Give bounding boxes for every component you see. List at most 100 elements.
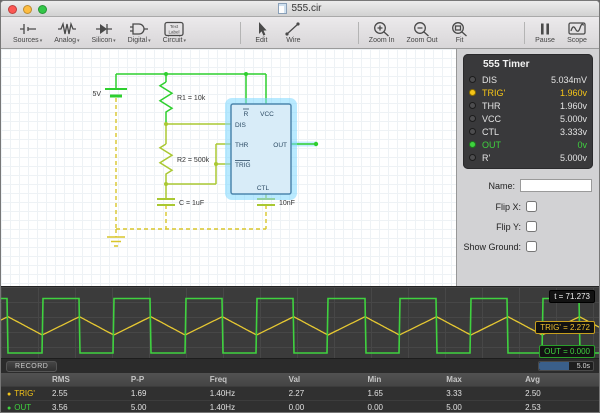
component-title: 555 Timer xyxy=(469,58,587,73)
trig-trace xyxy=(1,317,600,335)
toolbar-sources[interactable]: Sources▾ xyxy=(7,18,48,48)
window-title: 555.cir xyxy=(291,3,321,14)
cursor-icon xyxy=(251,21,271,37)
dropdown-caret-icon: ▾ xyxy=(40,38,43,44)
signal-radio[interactable] xyxy=(469,141,476,148)
toolbar-analog[interactable]: Analog▾ xyxy=(48,18,85,48)
out-trace xyxy=(1,299,600,354)
table-row-out[interactable]: ●OUT 3.56 5.00 1.40Hz 0.00 0.00 5.00 2.5… xyxy=(1,400,599,413)
cell-freq: 1.40Hz xyxy=(205,389,284,398)
toolbar-label: Edit xyxy=(255,37,267,45)
pause-icon xyxy=(535,21,555,37)
measurement-table: RMS P-P Freq Val Min Max Avg ●TRIG' 2.55… xyxy=(1,373,599,413)
signal-row-vcc[interactable]: VCC 5.000v xyxy=(469,112,587,125)
wire-endpoint[interactable] xyxy=(314,142,318,146)
row-name: ●OUT xyxy=(1,403,47,412)
record-button[interactable]: RECORD xyxy=(6,361,57,372)
table-header-row: RMS P-P Freq Val Min Max Avg xyxy=(1,373,599,386)
zoom-window-button[interactable] xyxy=(38,5,47,14)
toolbar-spacer xyxy=(476,18,520,48)
resistor-r1[interactable] xyxy=(160,82,172,124)
toolbar-zoom-out[interactable]: Zoom Out xyxy=(400,18,443,48)
timebase-value: 5.0s xyxy=(539,362,590,371)
close-button[interactable] xyxy=(8,5,17,14)
zoom-in-icon xyxy=(372,21,392,37)
pin-label-vcc: VCC xyxy=(260,111,274,118)
oscilloscope-panel[interactable]: t = 71.273 TRIG' = 2.272 OUT = 0.000 xyxy=(1,286,599,358)
toolbar-separator xyxy=(240,22,241,44)
signal-row-trig[interactable]: TRIG' 1.960v xyxy=(469,86,587,99)
resistor-icon xyxy=(57,21,77,37)
pin-label-dis: DIS xyxy=(235,122,247,129)
scope-traces xyxy=(1,287,600,359)
toolbar: Sources▾ Analog▾ Silicon▾ Digital▾ T xyxy=(1,17,599,49)
col-header-rms: RMS xyxy=(47,375,126,384)
signal-radio[interactable] xyxy=(469,102,476,109)
voltage-source-icon xyxy=(18,21,38,37)
cell-rms: 3.56 xyxy=(47,403,126,412)
toolbar-label: Digital▾ xyxy=(128,37,151,45)
pin-label-trig: TRIG xyxy=(235,162,251,169)
toolbar-zoom-fit[interactable]: Fit xyxy=(444,18,476,48)
signal-radio[interactable] xyxy=(469,76,476,83)
signal-radio[interactable] xyxy=(469,154,476,161)
toolbar-edit[interactable]: Edit xyxy=(245,18,277,48)
signal-color-dot: ● xyxy=(7,391,11,398)
col-header-min: Min xyxy=(362,375,441,384)
toolbar-silicon[interactable]: Silicon▾ xyxy=(86,18,122,48)
window-title-group: 555.cir xyxy=(278,3,321,14)
signal-row-thr[interactable]: THR 1.960v xyxy=(469,99,587,112)
time-readout: t = 71.273 xyxy=(549,290,595,303)
wire-junction xyxy=(164,72,168,76)
diode-icon xyxy=(94,21,114,37)
schematic-svg: 5V R1 = 10k xyxy=(1,49,456,286)
document-icon xyxy=(278,3,287,14)
capacitor-c1[interactable] xyxy=(157,199,175,205)
signal-radio[interactable] xyxy=(469,128,476,135)
cell-pp: 5.00 xyxy=(126,403,205,412)
toolbar-pause[interactable]: Pause xyxy=(529,18,561,48)
col-header-val: Val xyxy=(284,375,363,384)
ground-symbol[interactable] xyxy=(107,237,125,246)
cell-val: 2.27 xyxy=(284,389,363,398)
toolbar-separator xyxy=(524,22,525,44)
battery-5v[interactable]: 5V xyxy=(92,89,127,98)
main-area: 5V R1 = 10k xyxy=(1,49,599,286)
toolbar-zoom-in[interactable]: Zoom In xyxy=(363,18,401,48)
signal-radio[interactable] xyxy=(469,115,476,122)
toolbar-label: Zoom Out xyxy=(406,37,437,45)
signal-row-dis[interactable]: DIS 5.034mV xyxy=(469,73,587,86)
toolbar-spacer xyxy=(192,18,236,48)
svg-text:Label: Label xyxy=(169,30,180,35)
name-input[interactable] xyxy=(520,179,592,192)
battery-label: 5V xyxy=(92,91,101,98)
signal-row-ctl[interactable]: CTL 3.333v xyxy=(469,125,587,138)
toolbar-scope[interactable]: Scope xyxy=(561,18,593,48)
toolbar-digital[interactable]: Digital▾ xyxy=(122,18,157,48)
out-readout: OUT = 0.000 xyxy=(539,345,595,358)
r1-label: R1 = 10k xyxy=(177,95,206,102)
signal-row-reset[interactable]: R' 5.000v xyxy=(469,151,587,164)
toolbar-spacer xyxy=(309,18,353,48)
timer-555-chip[interactable]: R VCC DIS THR TRIG OUT CTL xyxy=(228,101,294,197)
signal-row-out[interactable]: OUT 0v xyxy=(469,138,587,151)
flip-y-checkbox[interactable] xyxy=(526,221,537,232)
minimize-button[interactable] xyxy=(23,5,32,14)
cell-avg: 2.53 xyxy=(520,403,599,412)
show-ground-checkbox[interactable] xyxy=(526,241,537,252)
flip-x-checkbox[interactable] xyxy=(526,201,537,212)
toolbar-separator xyxy=(358,22,359,44)
dropdown-caret-icon: ▾ xyxy=(77,38,80,44)
toolbar-circuit[interactable]: Text Label Circuit▾ xyxy=(157,18,192,48)
schematic-canvas[interactable]: 5V R1 = 10k xyxy=(1,49,456,286)
toolbar-wire[interactable]: Wire xyxy=(277,18,309,48)
timebase-slider[interactable]: 5.0s xyxy=(538,361,594,371)
col-header-avg: Avg xyxy=(520,375,599,384)
signal-radio[interactable] xyxy=(469,89,476,96)
flip-y-row: Flip Y: xyxy=(457,221,599,232)
title-bar[interactable]: 555.cir xyxy=(1,1,599,17)
scope-control-bar: RECORD 5.0s xyxy=(1,358,599,373)
name-field-row: Name: xyxy=(457,179,599,192)
toolbar-label: Circuit▾ xyxy=(163,37,186,45)
table-row-trig[interactable]: ●TRIG' 2.55 1.69 1.40Hz 2.27 1.65 3.33 2… xyxy=(1,386,599,400)
